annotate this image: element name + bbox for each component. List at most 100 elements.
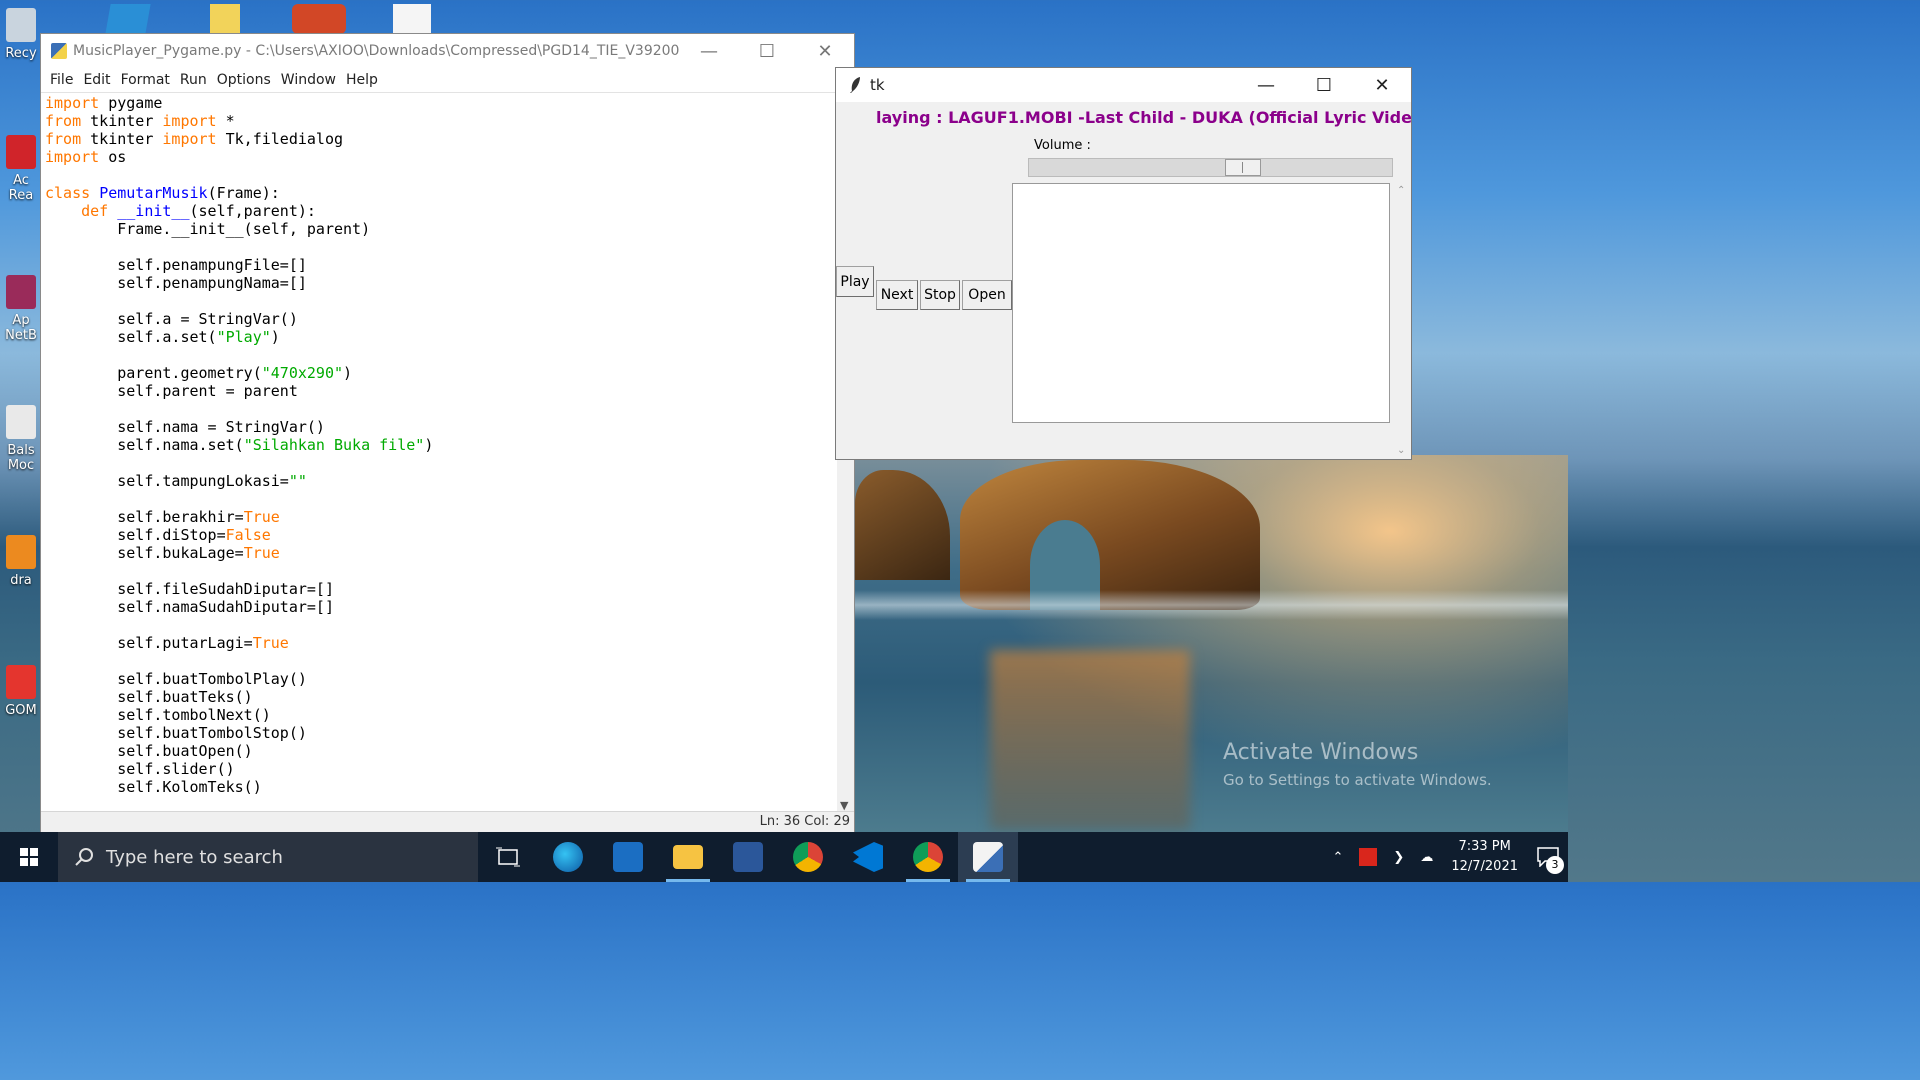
code-token: self.berakhir=: [45, 508, 244, 526]
next-button[interactable]: Next: [876, 280, 918, 310]
editor-status-bar: Ln: 36 Col: 29: [41, 811, 854, 832]
code-token: True: [243, 544, 280, 562]
code-line: def __init__(self,parent):: [45, 202, 833, 220]
code-token: class: [45, 184, 91, 202]
desktop-icon[interactable]: Bals Moc: [0, 405, 42, 473]
code-token: self.tombolNext(): [45, 706, 271, 724]
menu-edit[interactable]: Edit: [78, 72, 115, 88]
code-token: self.buatTeks(): [45, 688, 253, 706]
scroll-up-icon[interactable]: ⌃: [1397, 185, 1405, 196]
code-token: self.buatTombolStop(): [45, 724, 307, 742]
menu-help[interactable]: Help: [341, 72, 383, 88]
scroll-down-icon[interactable]: ⌄: [1397, 445, 1405, 456]
show-hidden-icons-icon[interactable]: ⌃: [1333, 850, 1344, 865]
taskbar-clock[interactable]: 7:33 PM 12/7/2021: [1451, 837, 1518, 877]
taskbar-chrome-profile[interactable]: [898, 832, 958, 882]
clock-time: 7:33 PM: [1458, 839, 1511, 854]
playlist-listbox[interactable]: [1012, 183, 1390, 423]
maximize-icon[interactable]: ☐: [738, 34, 796, 68]
code-token: self.fileSudahDiputar=[]: [45, 580, 334, 598]
volume-slider[interactable]: [1028, 158, 1393, 177]
desktop-icon-top-1[interactable]: [105, 4, 151, 34]
volume-label: Volume :: [1034, 138, 1091, 153]
menu-file[interactable]: File: [45, 72, 78, 88]
taskbar-python-idle[interactable]: [958, 832, 1018, 882]
code-line: self.buatTombolPlay(): [45, 670, 833, 688]
desktop-icon-document[interactable]: [393, 4, 431, 34]
code-token: "470x290": [261, 364, 344, 382]
playlist-scrollbar[interactable]: ⌃ ⌄: [1393, 183, 1410, 458]
code-token: self.penampungFile=[]: [45, 256, 307, 274]
code-token: os: [99, 148, 127, 166]
start-button[interactable]: [0, 832, 58, 882]
code-token: self.nama.set(: [45, 436, 244, 454]
desktop-icon-label: dra: [10, 573, 32, 588]
desktop-icon[interactable]: GOM: [0, 665, 42, 718]
menu-options[interactable]: Options: [212, 72, 276, 88]
action-center-button[interactable]: 3: [1528, 832, 1568, 882]
code-token: import: [162, 130, 217, 148]
tk-minimize-icon[interactable]: —: [1237, 68, 1295, 102]
desktop-icon-label: GOM: [5, 703, 37, 718]
taskbar-file-explorer[interactable]: [658, 832, 718, 882]
desktop-app-icon: [6, 135, 36, 169]
menu-run[interactable]: Run: [175, 72, 212, 88]
antivirus-icon[interactable]: [1359, 848, 1378, 866]
minimize-icon[interactable]: —: [680, 34, 738, 68]
idle-window-title: MusicPlayer_Pygame.py - C:\Users\AXIOO\D…: [73, 43, 680, 59]
desktop-app-icon: [6, 405, 36, 439]
tk-maximize-icon[interactable]: ☐: [1295, 68, 1353, 102]
code-token: self.parent = parent: [45, 382, 298, 400]
taskbar-word[interactable]: [718, 832, 778, 882]
code-line: self.fileSudahDiputar=[]: [45, 580, 833, 598]
taskbar-zend[interactable]: [598, 832, 658, 882]
taskbar-search-box[interactable]: Type here to search: [58, 832, 478, 882]
now-playing-label: laying : LAGUF1.MOBI -Last Child - DUKA …: [876, 108, 1411, 127]
wifi-icon[interactable]: ❯: [1393, 850, 1404, 865]
code-token: self.tampungLokasi=: [45, 472, 289, 490]
idle-title-bar[interactable]: MusicPlayer_Pygame.py - C:\Users\AXIOO\D…: [41, 34, 854, 68]
taskbar-edge[interactable]: [538, 832, 598, 882]
desktop-app-icon: [6, 275, 36, 309]
wallpaper-rock: [960, 460, 1260, 610]
taskbar-vscode[interactable]: [838, 832, 898, 882]
code-line: self.diStop=False: [45, 526, 833, 544]
close-icon[interactable]: ✕: [796, 34, 854, 68]
code-token: self.buatOpen(): [45, 742, 253, 760]
desktop-icon[interactable]: Recy: [0, 8, 42, 61]
stop-button[interactable]: Stop: [920, 280, 960, 310]
code-line: import os: [45, 148, 833, 166]
desktop-icon[interactable]: dra: [0, 535, 42, 588]
code-editor[interactable]: import pygame from tkinter import * from t…: [45, 94, 833, 810]
open-button[interactable]: Open: [962, 280, 1012, 310]
code-line: self.tampungLokasi="": [45, 472, 833, 490]
code-token: True: [243, 508, 280, 526]
taskbar: Type here to search ⌃ ❯ ☁ 7:33 PM 12/7/2…: [0, 832, 1568, 882]
tk-window-title: tk: [870, 76, 885, 94]
desktop-icon-folder[interactable]: [210, 4, 240, 34]
code-line: self.slider(): [45, 760, 833, 778]
taskbar-chrome[interactable]: [778, 832, 838, 882]
tk-title-bar[interactable]: tk — ☐ ✕: [836, 68, 1411, 102]
desktop-icon-powerpoint[interactable]: [292, 4, 346, 34]
task-view-button[interactable]: [478, 832, 538, 882]
onedrive-icon[interactable]: ☁: [1420, 850, 1433, 865]
play-button[interactable]: Play: [836, 266, 874, 297]
desktop-icon[interactable]: Ac Rea: [0, 135, 42, 203]
clock-date: 12/7/2021: [1451, 859, 1518, 874]
cursor-position: Ln: 36 Col: 29: [759, 814, 850, 829]
code-token: self.bukaLage=: [45, 544, 244, 562]
zend-icon: [613, 842, 643, 872]
menu-window[interactable]: Window: [276, 72, 341, 88]
code-token: self.diStop=: [45, 526, 226, 544]
volume-slider-thumb[interactable]: [1225, 159, 1262, 176]
code-line: self.nama.set("Silahkan Buka file"): [45, 436, 833, 454]
desktop-app-icon: [6, 8, 36, 42]
chrome-icon: [793, 842, 823, 872]
code-line: parent.geometry("470x290"): [45, 364, 833, 382]
desktop-icon[interactable]: Ap NetB: [0, 275, 42, 343]
code-token: PemutarMusik: [99, 184, 208, 202]
tk-close-icon[interactable]: ✕: [1353, 68, 1411, 102]
menu-format[interactable]: Format: [116, 72, 175, 88]
